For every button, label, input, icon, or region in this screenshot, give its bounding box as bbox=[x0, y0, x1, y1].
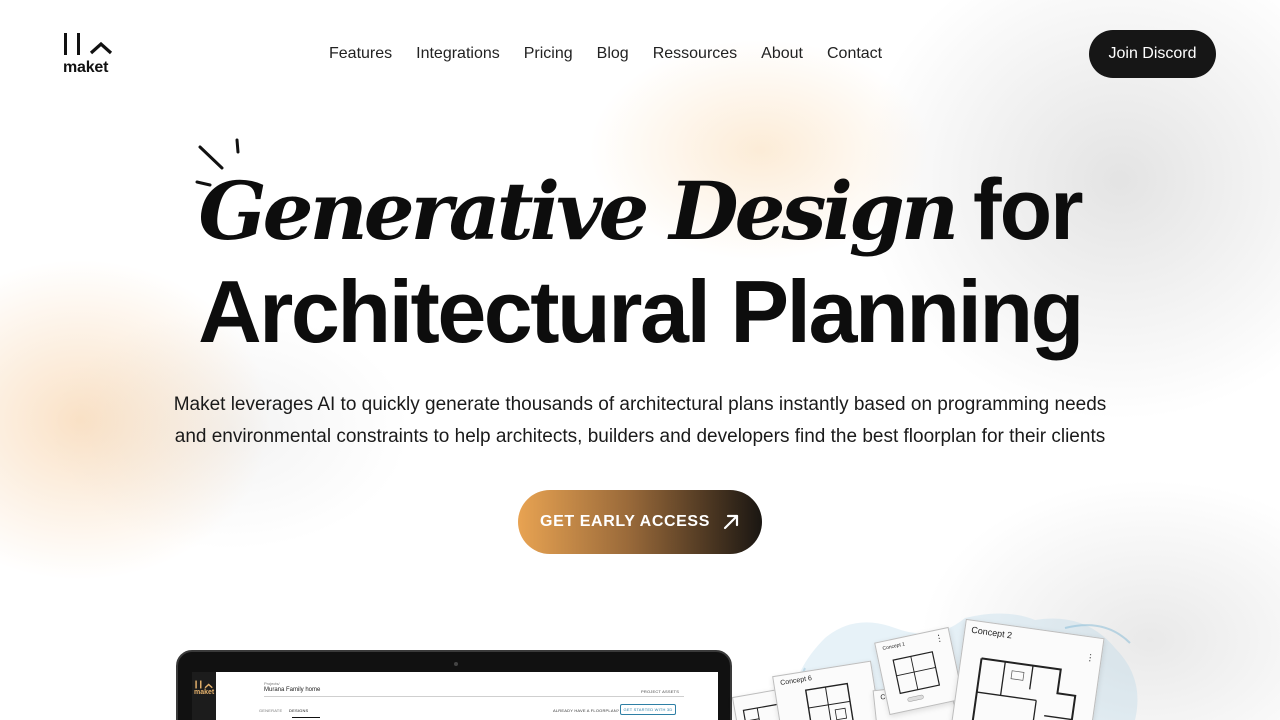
floorplan-concepts: Concept 6 Concept 4 ⋮ Concept 1 ⋮ Concep… bbox=[731, 608, 1155, 720]
app-project-assets-link[interactable]: PROJECT ASSETS bbox=[641, 689, 679, 694]
get-early-access-button[interactable]: GET EARLY ACCESS bbox=[518, 490, 762, 554]
app-project-name: Murana Family home bbox=[264, 687, 321, 693]
hero-title-for: for bbox=[973, 162, 1084, 258]
hero-subtitle-line2: and environmental constraints to help ar… bbox=[174, 426, 1106, 447]
app-already-floorplan-text: ALREADY HAVE A FLOORPLAN? bbox=[553, 708, 620, 713]
app-active-tab-indicator bbox=[292, 717, 320, 718]
get-early-access-label: GET EARLY ACCESS bbox=[540, 513, 710, 530]
hero-subtitle-line1: Maket leverages AI to quickly generate t… bbox=[173, 394, 1107, 415]
nav-link-blog[interactable]: Blog bbox=[597, 43, 629, 65]
app-logo-icon bbox=[195, 680, 213, 689]
hero-subtitle: Maket leverages AI to quickly generate t… bbox=[140, 389, 1140, 453]
concept-card-1[interactable]: Concept 1 ⋮ bbox=[874, 626, 964, 716]
app-projects-breadcrumb[interactable]: Projects/ bbox=[264, 681, 280, 686]
hero-title-line1: Generative Design for bbox=[0, 160, 1280, 278]
join-discord-button[interactable]: Join Discord bbox=[1089, 30, 1216, 78]
app-logo-text: maket bbox=[194, 689, 215, 696]
app-tab-generate[interactable]: GENERATE bbox=[259, 708, 282, 713]
logo[interactable]: maket bbox=[63, 32, 115, 78]
maket-logo-icon bbox=[64, 33, 113, 55]
app-sidebar: maket bbox=[192, 672, 216, 720]
laptop-camera bbox=[454, 662, 458, 666]
nav-link-ressources[interactable]: Ressources bbox=[653, 43, 737, 65]
nav-link-integrations[interactable]: Integrations bbox=[416, 43, 500, 65]
app-get-started-3d-button[interactable]: GET STARTED WITH 3D bbox=[620, 704, 676, 715]
app-screen: maket Projects/ Murana Family home PROJE… bbox=[192, 672, 718, 720]
floorplan-icon bbox=[969, 657, 1077, 720]
app-main: Projects/ Murana Family home PROJECT ASS… bbox=[216, 672, 718, 720]
laptop-preview: maket Projects/ Murana Family home PROJE… bbox=[176, 650, 732, 720]
logo-text: maket bbox=[63, 59, 109, 76]
floorplan-icon bbox=[892, 651, 941, 702]
nav-link-features[interactable]: Features bbox=[329, 43, 392, 65]
hero-title-line2: Architectural Planning bbox=[198, 262, 1084, 361]
hero-title-italic: Generative Design bbox=[198, 164, 959, 258]
main-nav: Features Integrations Pricing Blog Resso… bbox=[329, 43, 906, 65]
arrow-up-right-icon bbox=[723, 514, 739, 530]
app-divider bbox=[264, 696, 684, 697]
nav-link-contact[interactable]: Contact bbox=[827, 43, 882, 65]
nav-link-about[interactable]: About bbox=[761, 43, 803, 65]
nav-link-pricing[interactable]: Pricing bbox=[524, 43, 573, 65]
app-tab-designs[interactable]: DESIGNS bbox=[289, 708, 308, 713]
